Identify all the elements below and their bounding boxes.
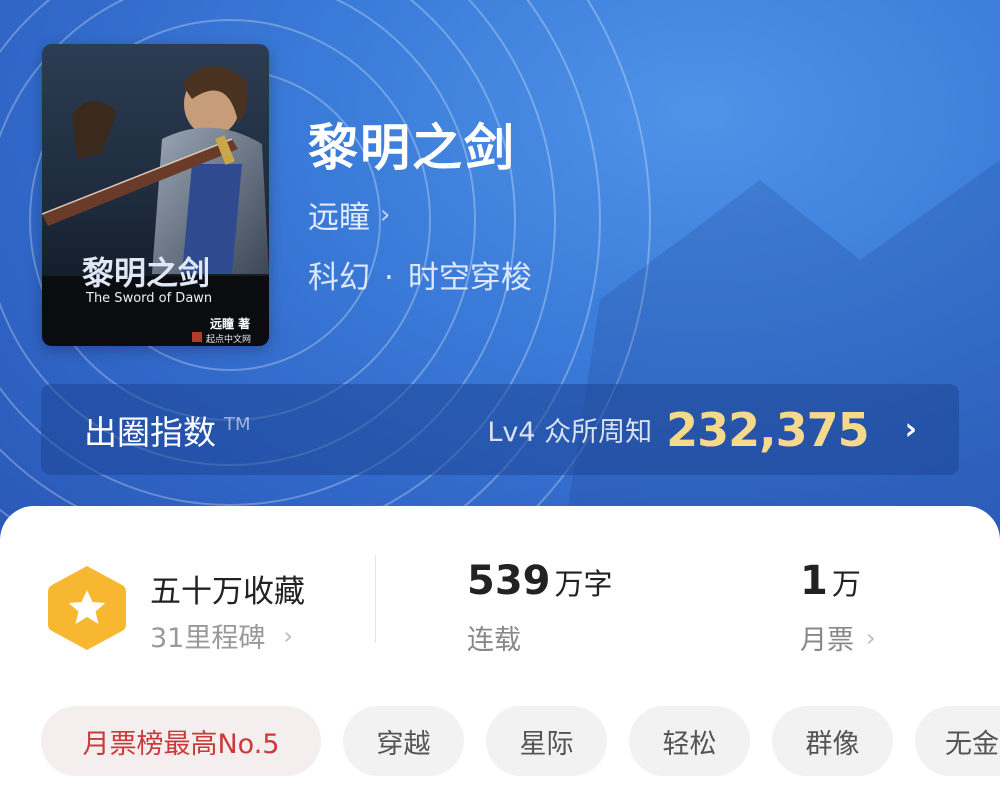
- chevron-right-icon: ›: [904, 412, 917, 447]
- index-right: Lv4 众所周知 232,375 ›: [487, 403, 917, 457]
- tag-list: 月票榜最高No.5 穿越 星际 轻松 群像 无金: [41, 706, 1000, 776]
- tag-item[interactable]: 群像: [772, 706, 893, 776]
- word-count-unit: 万字: [554, 567, 613, 601]
- word-count: 539 万字: [467, 558, 613, 604]
- monthly-votes: 1 万: [800, 558, 861, 604]
- monthly-votes-number: 1: [800, 558, 828, 604]
- author-link[interactable]: 远瞳 ›: [308, 192, 390, 237]
- tag-item[interactable]: 穿越: [343, 706, 464, 776]
- cover-title-en: The Sword of Dawn: [85, 291, 212, 306]
- index-label: 出圈指数: [84, 412, 216, 452]
- index-score: 232,375: [666, 402, 870, 457]
- chevron-right-icon: ›: [283, 621, 293, 650]
- author-name: 远瞳: [308, 200, 370, 236]
- tag-item[interactable]: 无金: [915, 706, 1000, 776]
- book-cover-art: 黎明之剑 The Sword of Dawn 远瞳 著 起点中文网: [42, 44, 269, 346]
- cover-author: 远瞳 著: [210, 316, 250, 331]
- monthly-votes-unit: 万: [831, 567, 861, 601]
- monthly-votes-link[interactable]: 月票 ›: [800, 618, 876, 657]
- stats-divider: [375, 555, 376, 643]
- chevron-right-icon: ›: [380, 199, 391, 230]
- cover-title-cn: 黎明之剑: [82, 254, 210, 292]
- index-level: Lv4 众所周知: [487, 417, 653, 448]
- serial-status: 连载: [467, 625, 521, 656]
- genre: 科幻: [308, 260, 370, 296]
- tag-item[interactable]: 轻松: [629, 706, 750, 776]
- book-title: 黎明之剑: [308, 118, 516, 177]
- cover-publisher: 起点中文网: [206, 333, 251, 345]
- tag-item[interactable]: 星际: [486, 706, 607, 776]
- tag-rank[interactable]: 月票榜最高No.5: [41, 706, 321, 776]
- subgenre: 时空穿梭: [407, 260, 532, 296]
- monthly-votes-label: 月票: [800, 625, 854, 656]
- collection-count: 五十万收藏: [150, 574, 305, 610]
- genre-line: 科幻 · 时空穿梭: [308, 252, 532, 297]
- popularity-index-bar[interactable]: 出圈指数 TM Lv4 众所周知 232,375 ›: [41, 384, 959, 475]
- word-count-number: 539: [467, 558, 551, 604]
- star-hexagon-badge-icon: [48, 566, 126, 650]
- milestone-label: 31里程碑: [150, 623, 266, 654]
- genre-separator: ·: [384, 260, 394, 296]
- trademark-mark: TM: [224, 414, 251, 435]
- chevron-right-icon: ›: [866, 623, 876, 652]
- milestone-link[interactable]: 31里程碑 ›: [150, 616, 293, 655]
- book-cover[interactable]: 黎明之剑 The Sword of Dawn 远瞳 著 起点中文网: [42, 44, 269, 346]
